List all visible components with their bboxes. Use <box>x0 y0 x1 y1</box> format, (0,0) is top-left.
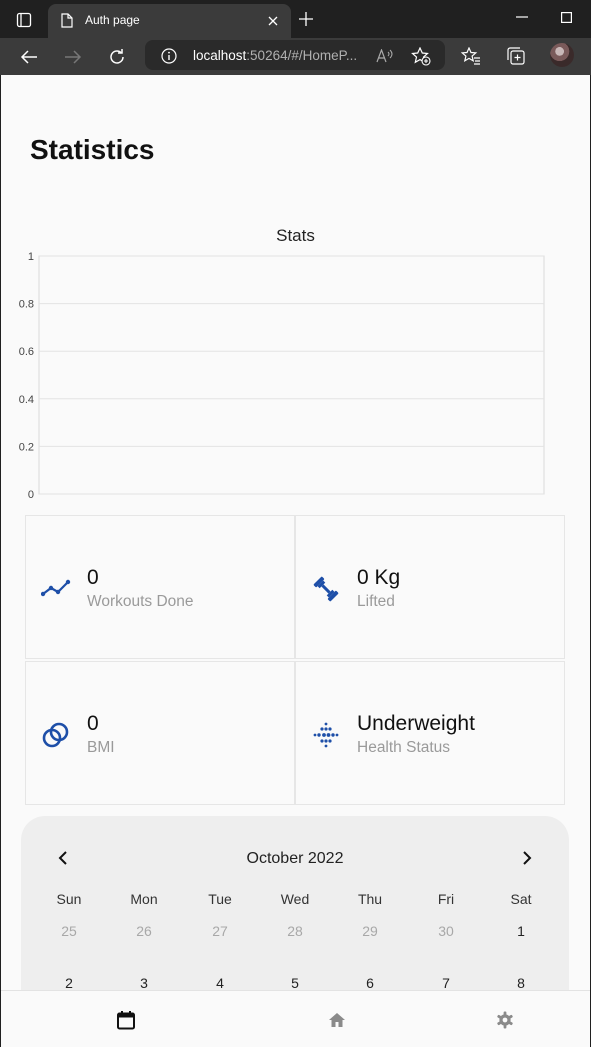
y-tick-label: 1 <box>28 251 34 263</box>
calendar-month-title: October 2022 <box>246 850 344 867</box>
calendar-day-outside[interactable]: 26 <box>106 923 182 939</box>
page-document-icon <box>60 12 74 28</box>
weekday-label: Wed <box>280 891 310 907</box>
stat-label: BMI <box>87 739 115 756</box>
calendar-day-outside[interactable]: 29 <box>332 923 408 939</box>
app-page: Statistics Stats 0 0.2 0.4 0.6 0.8 1 0 Workou… <box>1 75 590 1047</box>
browser-tab[interactable]: Auth page <box>48 4 291 38</box>
dumbbell-icon <box>311 574 341 604</box>
stat-card-bmi: 0 BMI <box>25 661 295 805</box>
weekday-label: Mon <box>130 891 158 907</box>
stat-value: 0 <box>87 712 99 735</box>
home-icon[interactable] <box>326 1009 348 1031</box>
new-tab-icon[interactable] <box>296 9 316 29</box>
stat-value: 0 <box>87 566 99 589</box>
browser-toolbar: localhost:50264/#/HomeP... <box>0 38 591 75</box>
dotted-diamond-icon <box>311 720 341 750</box>
weekday-label: Thu <box>357 891 383 907</box>
stat-label: Health Status <box>357 739 451 756</box>
weekday-label: Sun <box>56 891 82 907</box>
back-icon[interactable] <box>18 46 40 68</box>
rings-icon <box>41 720 71 750</box>
calendar-day-outside[interactable]: 30 <box>408 923 484 939</box>
collections-icon[interactable] <box>505 46 527 66</box>
calendar-day[interactable]: 5 <box>257 975 333 991</box>
calendar-day[interactable]: 3 <box>106 975 182 991</box>
y-tick-label: 0.2 <box>19 441 34 453</box>
calendar-day[interactable]: 8 <box>483 975 559 991</box>
calendar-day[interactable]: 6 <box>332 975 408 991</box>
stat-card-workouts: 0 Workouts Done <box>25 515 295 659</box>
maximize-window-icon[interactable] <box>556 8 576 26</box>
calendar-day-outside[interactable]: 27 <box>182 923 258 939</box>
stat-card-health: Underweight Health Status <box>295 661 565 805</box>
calendar-day[interactable]: 7 <box>408 975 484 991</box>
calendar-day-outside[interactable]: 25 <box>31 923 107 939</box>
y-tick-label: 0.6 <box>19 346 34 358</box>
page-title: Statistics <box>30 134 155 165</box>
y-tick-label: 0.8 <box>19 299 34 311</box>
close-tab-icon[interactable] <box>265 13 281 29</box>
read-aloud-icon[interactable] <box>375 47 395 65</box>
bottom-navigation <box>1 990 590 1047</box>
trend-line-icon <box>41 574 71 604</box>
chevron-right-icon[interactable] <box>517 848 537 868</box>
url-host: localhost <box>193 48 247 63</box>
stat-card-lifted: 0 Kg Lifted <box>295 515 565 659</box>
stat-value: Underweight <box>357 712 475 735</box>
minimize-window-icon[interactable] <box>512 8 532 26</box>
profile-avatar[interactable] <box>550 43 574 67</box>
address-bar[interactable]: localhost:50264/#/HomeP... <box>145 40 445 70</box>
chart-title: Stats <box>276 226 315 245</box>
weekday-label: Sat <box>510 891 532 907</box>
y-tick-label: 0.4 <box>19 394 34 406</box>
site-info-icon[interactable] <box>160 47 178 65</box>
favorites-icon[interactable] <box>460 46 482 66</box>
calendar-day-outside[interactable]: 28 <box>257 923 333 939</box>
tab-title: Auth page <box>85 13 140 27</box>
y-tick-label: 0 <box>28 489 34 501</box>
stats-chart: 0 0.2 0.4 0.6 0.8 1 <box>19 251 545 501</box>
chart-plot-frame <box>38 255 545 495</box>
forward-icon[interactable] <box>62 46 84 68</box>
calendar-icon[interactable] <box>115 1009 137 1031</box>
settings-gear-icon[interactable] <box>494 1009 516 1031</box>
calendar-day[interactable]: 4 <box>182 975 258 991</box>
url-text: localhost:50264/#/HomeP... <box>193 48 357 63</box>
stat-label: Workouts Done <box>87 593 194 610</box>
calendar-day[interactable]: 1 <box>483 923 559 939</box>
refresh-icon[interactable] <box>106 46 128 68</box>
tab-actions-icon[interactable] <box>10 9 38 31</box>
stat-value: 0 Kg <box>357 566 401 589</box>
browser-title-bar: Auth page <box>0 0 591 38</box>
weekday-label: Tue <box>208 891 232 907</box>
stat-label: Lifted <box>357 593 395 610</box>
url-path: :50264/#/HomeP... <box>246 48 358 63</box>
weekday-label: Fri <box>437 891 455 907</box>
calendar-day[interactable]: 2 <box>31 975 107 991</box>
add-favorite-icon[interactable] <box>410 46 432 66</box>
